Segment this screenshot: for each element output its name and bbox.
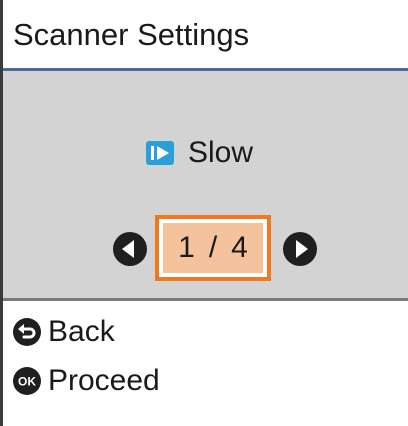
arrow-left-icon[interactable]	[112, 231, 148, 267]
back-icon	[13, 318, 41, 346]
page-separator: /	[208, 231, 218, 264]
ok-icon-text: OK	[18, 375, 36, 389]
proceed-softkey[interactable]: OK Proceed	[12, 364, 160, 398]
back-label: Back	[48, 315, 115, 348]
setting-value-row: Slow	[146, 136, 253, 170]
arrow-right-icon[interactable]	[282, 231, 318, 267]
title-bar: Scanner Settings	[3, 0, 408, 68]
proceed-label: Proceed	[48, 364, 160, 397]
page-indicator[interactable]: 1 / 4	[155, 215, 271, 281]
back-softkey[interactable]: Back	[12, 315, 115, 349]
panel-bottom-divider	[3, 298, 408, 301]
scanner-settings-screen: Scanner Settings Slow 1 / 4 Back OK Proc…	[0, 0, 408, 426]
ok-icon: OK	[13, 367, 41, 395]
setting-value-label: Slow	[188, 136, 254, 169]
total-pages: 4	[231, 231, 248, 264]
play-mode-icon	[146, 141, 174, 165]
page-indicator-fill: 1 / 4	[163, 223, 263, 273]
page-title: Scanner Settings	[13, 17, 250, 52]
current-page: 1	[178, 231, 195, 264]
